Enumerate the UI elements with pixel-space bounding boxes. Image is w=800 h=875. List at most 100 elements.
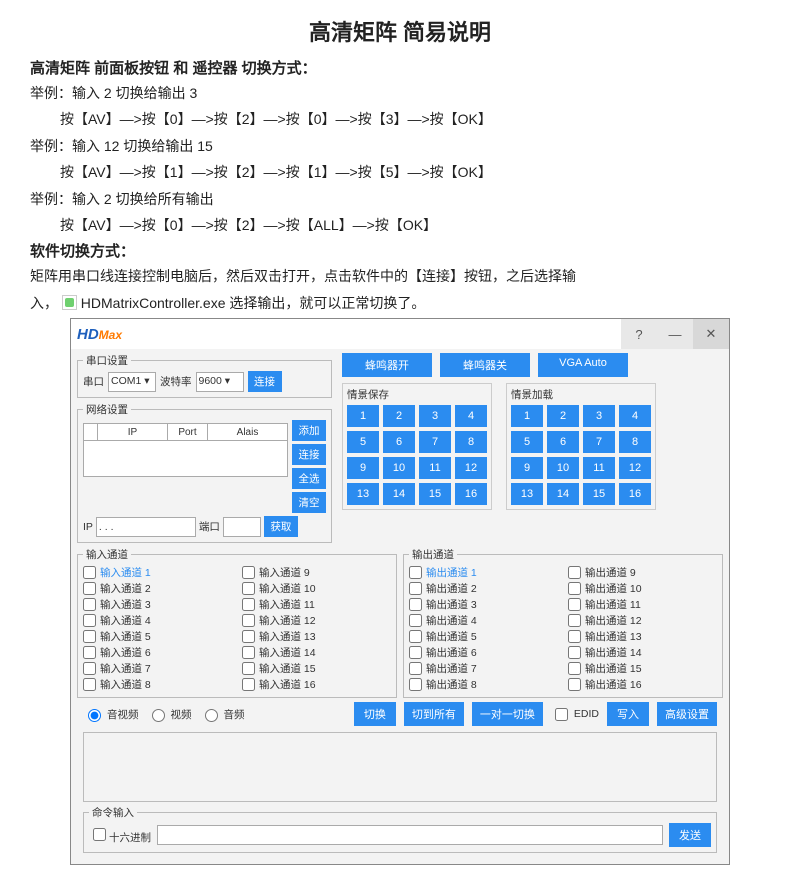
scene-load-8[interactable]: 8 [619, 431, 651, 453]
input-channel-3[interactable]: 输入通道 3 [83, 597, 232, 612]
output-channel-4[interactable]: 输出通道 4 [409, 613, 558, 628]
command-field[interactable] [157, 825, 663, 845]
scene-save-3[interactable]: 3 [419, 405, 451, 427]
close-button[interactable]: ✕ [693, 319, 729, 349]
advanced-button[interactable]: 高级设置 [657, 702, 717, 726]
input-channel-7[interactable]: 输入通道 7 [83, 661, 232, 676]
radio-video[interactable]: 视频 [147, 706, 192, 722]
scene-save-13[interactable]: 13 [347, 483, 379, 505]
scene-load-14[interactable]: 14 [547, 483, 579, 505]
scene-load-4[interactable]: 4 [619, 405, 651, 427]
scene-load-10[interactable]: 10 [547, 457, 579, 479]
send-button[interactable]: 发送 [669, 823, 711, 847]
output-channel-9[interactable]: 输出通道 9 [568, 565, 717, 580]
input-channel-13[interactable]: 输入通道 13 [242, 629, 391, 644]
output-channel-13[interactable]: 输出通道 13 [568, 629, 717, 644]
input-channel-4[interactable]: 输入通道 4 [83, 613, 232, 628]
output-channel-10[interactable]: 输出通道 10 [568, 581, 717, 596]
net-get-button[interactable]: 获取 [264, 516, 298, 537]
scene-save-11[interactable]: 11 [419, 457, 451, 479]
output-channel-3[interactable]: 输出通道 3 [409, 597, 558, 612]
input-channel-9[interactable]: 输入通道 9 [242, 565, 391, 580]
one-to-one-button[interactable]: 一对一切换 [472, 702, 543, 726]
scene-load-9[interactable]: 9 [511, 457, 543, 479]
port-label: 端口 [199, 519, 220, 534]
net-connect-button[interactable]: 连接 [292, 444, 326, 465]
switch-all-button[interactable]: 切到所有 [404, 702, 464, 726]
buzzer-on-button[interactable]: 蜂鸣器开 [342, 353, 432, 377]
scene-save-9[interactable]: 9 [347, 457, 379, 479]
port-input[interactable] [223, 517, 261, 537]
serial-port-select[interactable]: COM1 ▾ [108, 372, 156, 392]
output-channel-8[interactable]: 输出通道 8 [409, 677, 558, 692]
output-channel-5[interactable]: 输出通道 5 [409, 629, 558, 644]
serial-connect-button[interactable]: 连接 [248, 371, 282, 392]
output-channel-11[interactable]: 输出通道 11 [568, 597, 717, 612]
switch-button[interactable]: 切换 [354, 702, 396, 726]
scene-save-10[interactable]: 10 [383, 457, 415, 479]
scene-save-6[interactable]: 6 [383, 431, 415, 453]
minimize-button[interactable]: — [657, 319, 693, 349]
scene-save-5[interactable]: 5 [347, 431, 379, 453]
output-channel-7[interactable]: 输出通道 7 [409, 661, 558, 676]
output-channel-14[interactable]: 输出通道 14 [568, 645, 717, 660]
input-channel-15[interactable]: 输入通道 15 [242, 661, 391, 676]
scene-load-12[interactable]: 12 [619, 457, 651, 479]
input-channel-2[interactable]: 输入通道 2 [83, 581, 232, 596]
input-channel-1[interactable]: 输入通道 1 [83, 565, 232, 580]
example3-sequence: 按【AV】—>按【0】—>按【2】—>按【ALL】—>按【OK】 [60, 214, 770, 236]
output-channel-1[interactable]: 输出通道 1 [409, 565, 558, 580]
scene-save-14[interactable]: 14 [383, 483, 415, 505]
scene-save-16[interactable]: 16 [455, 483, 487, 505]
scene-save-15[interactable]: 15 [419, 483, 451, 505]
net-table-body[interactable] [83, 441, 288, 477]
radio-audio[interactable]: 音频 [200, 706, 245, 722]
net-selectall-button[interactable]: 全选 [292, 468, 326, 489]
output-channel-2[interactable]: 输出通道 2 [409, 581, 558, 596]
scene-load-3[interactable]: 3 [583, 405, 615, 427]
input-channel-12[interactable]: 输入通道 12 [242, 613, 391, 628]
scene-load-1[interactable]: 1 [511, 405, 543, 427]
output-channel-15[interactable]: 输出通道 15 [568, 661, 717, 676]
net-clear-button[interactable]: 清空 [292, 492, 326, 513]
scene-save-8[interactable]: 8 [455, 431, 487, 453]
scene-load-11[interactable]: 11 [583, 457, 615, 479]
output-channel-12[interactable]: 输出通道 12 [568, 613, 717, 628]
scene-save-12[interactable]: 12 [455, 457, 487, 479]
scene-load-13[interactable]: 13 [511, 483, 543, 505]
edid-checkbox[interactable]: EDID [551, 705, 599, 724]
input-channel-5[interactable]: 输入通道 5 [83, 629, 232, 644]
output-channel-16[interactable]: 输出通道 16 [568, 677, 717, 692]
help-button[interactable]: ? [621, 319, 657, 349]
baud-select[interactable]: 9600 ▾ [196, 372, 244, 392]
hex-checkbox[interactable]: 十六进制 [89, 825, 151, 845]
scene-load-label: 情景加载 [511, 387, 651, 402]
scene-load-15[interactable]: 15 [583, 483, 615, 505]
ip-input[interactable]: . . . [96, 517, 196, 537]
input-channel-10[interactable]: 输入通道 10 [242, 581, 391, 596]
output-legend: 输出通道 [409, 547, 457, 562]
scene-save-2[interactable]: 2 [383, 405, 415, 427]
vga-auto-button[interactable]: VGA Auto [538, 353, 628, 377]
app-window: HDMax ? — ✕ 串口设置 串口 COM1 ▾ 波特率 9600 ▾ 连接 [70, 318, 730, 865]
scene-save-7[interactable]: 7 [419, 431, 451, 453]
input-channel-8[interactable]: 输入通道 8 [83, 677, 232, 692]
scene-load-16[interactable]: 16 [619, 483, 651, 505]
scene-load-5[interactable]: 5 [511, 431, 543, 453]
buzzer-off-button[interactable]: 蜂鸣器关 [440, 353, 530, 377]
input-channel-11[interactable]: 输入通道 11 [242, 597, 391, 612]
write-button[interactable]: 写入 [607, 702, 649, 726]
input-channel-6[interactable]: 输入通道 6 [83, 645, 232, 660]
output-channel-6[interactable]: 输出通道 6 [409, 645, 558, 660]
scene-save-4[interactable]: 4 [455, 405, 487, 427]
scene-load-6[interactable]: 6 [547, 431, 579, 453]
software-line2: 入， HDMatrixController.exe 选择输出，就可以正常切换了。 [30, 292, 770, 314]
scene-load-7[interactable]: 7 [583, 431, 615, 453]
serial-settings: 串口设置 串口 COM1 ▾ 波特率 9600 ▾ 连接 [77, 353, 332, 398]
input-channel-16[interactable]: 输入通道 16 [242, 677, 391, 692]
input-channel-14[interactable]: 输入通道 14 [242, 645, 391, 660]
net-add-button[interactable]: 添加 [292, 420, 326, 441]
scene-load-2[interactable]: 2 [547, 405, 579, 427]
radio-av[interactable]: 音视频 [83, 706, 139, 722]
scene-save-1[interactable]: 1 [347, 405, 379, 427]
